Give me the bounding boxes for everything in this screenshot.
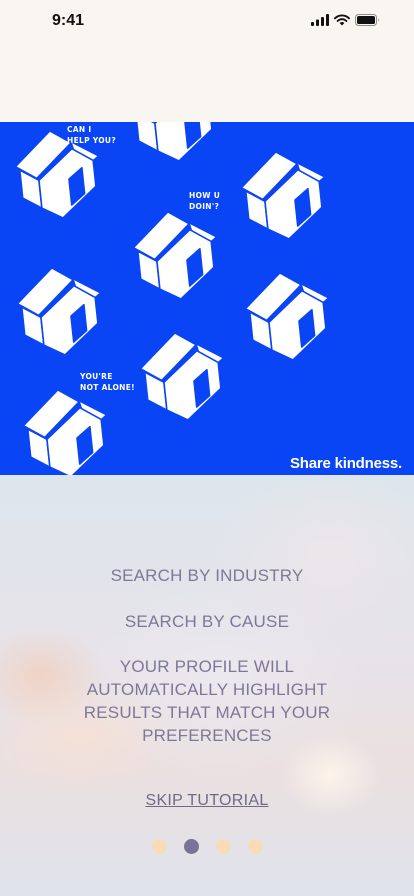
house-5: [16, 267, 102, 356]
houses-illustration: [14, 122, 330, 475]
battery-icon: [355, 14, 379, 26]
house-2: [130, 122, 213, 162]
house-4: [132, 211, 218, 300]
cellular-signal-icon: [311, 14, 329, 26]
house-6: [244, 272, 330, 361]
speech-text-alone: YOU'RE NOT ALONE!: [80, 372, 135, 392]
house-3: [240, 151, 326, 240]
page-dot-2[interactable]: [183, 839, 199, 854]
feature-profile: YOUR PROFILE WILL AUTOMATICALLY HIGHLIGH…: [83, 657, 331, 745]
status-time: 9:41: [52, 12, 85, 29]
tutorial-content: SEARCH BY INDUSTRY SEARCH BY CAUSE YOUR …: [0, 475, 414, 896]
speech-text-how: HOW U DOIN'?: [189, 191, 221, 211]
feature-cause: SEARCH BY CAUSE: [124, 612, 290, 631]
status-bar: 9:41: [0, 0, 414, 44]
page-dot-4[interactable]: [247, 839, 263, 854]
wifi-icon: [334, 14, 350, 26]
skip-tutorial: SKIP TUTORIAL: [0, 792, 414, 810]
page-dot-3[interactable]: [215, 839, 231, 854]
hero-illustration: CAN I HELP YOU? HOW U DOIN'? YOU'RE NOT …: [0, 122, 414, 475]
house-7: [139, 332, 225, 421]
status-icons: [311, 14, 380, 26]
house-8: [22, 389, 108, 475]
hero-caption: Share kindness.: [289, 455, 402, 472]
page-dot-1[interactable]: [151, 839, 167, 854]
page-indicator: [0, 839, 414, 854]
skip-tutorial-link[interactable]: SKIP TUTORIAL: [145, 792, 268, 809]
speech-text-help: CAN I HELP YOU?: [67, 125, 116, 145]
feature-industry: SEARCH BY INDUSTRY: [110, 566, 304, 585]
